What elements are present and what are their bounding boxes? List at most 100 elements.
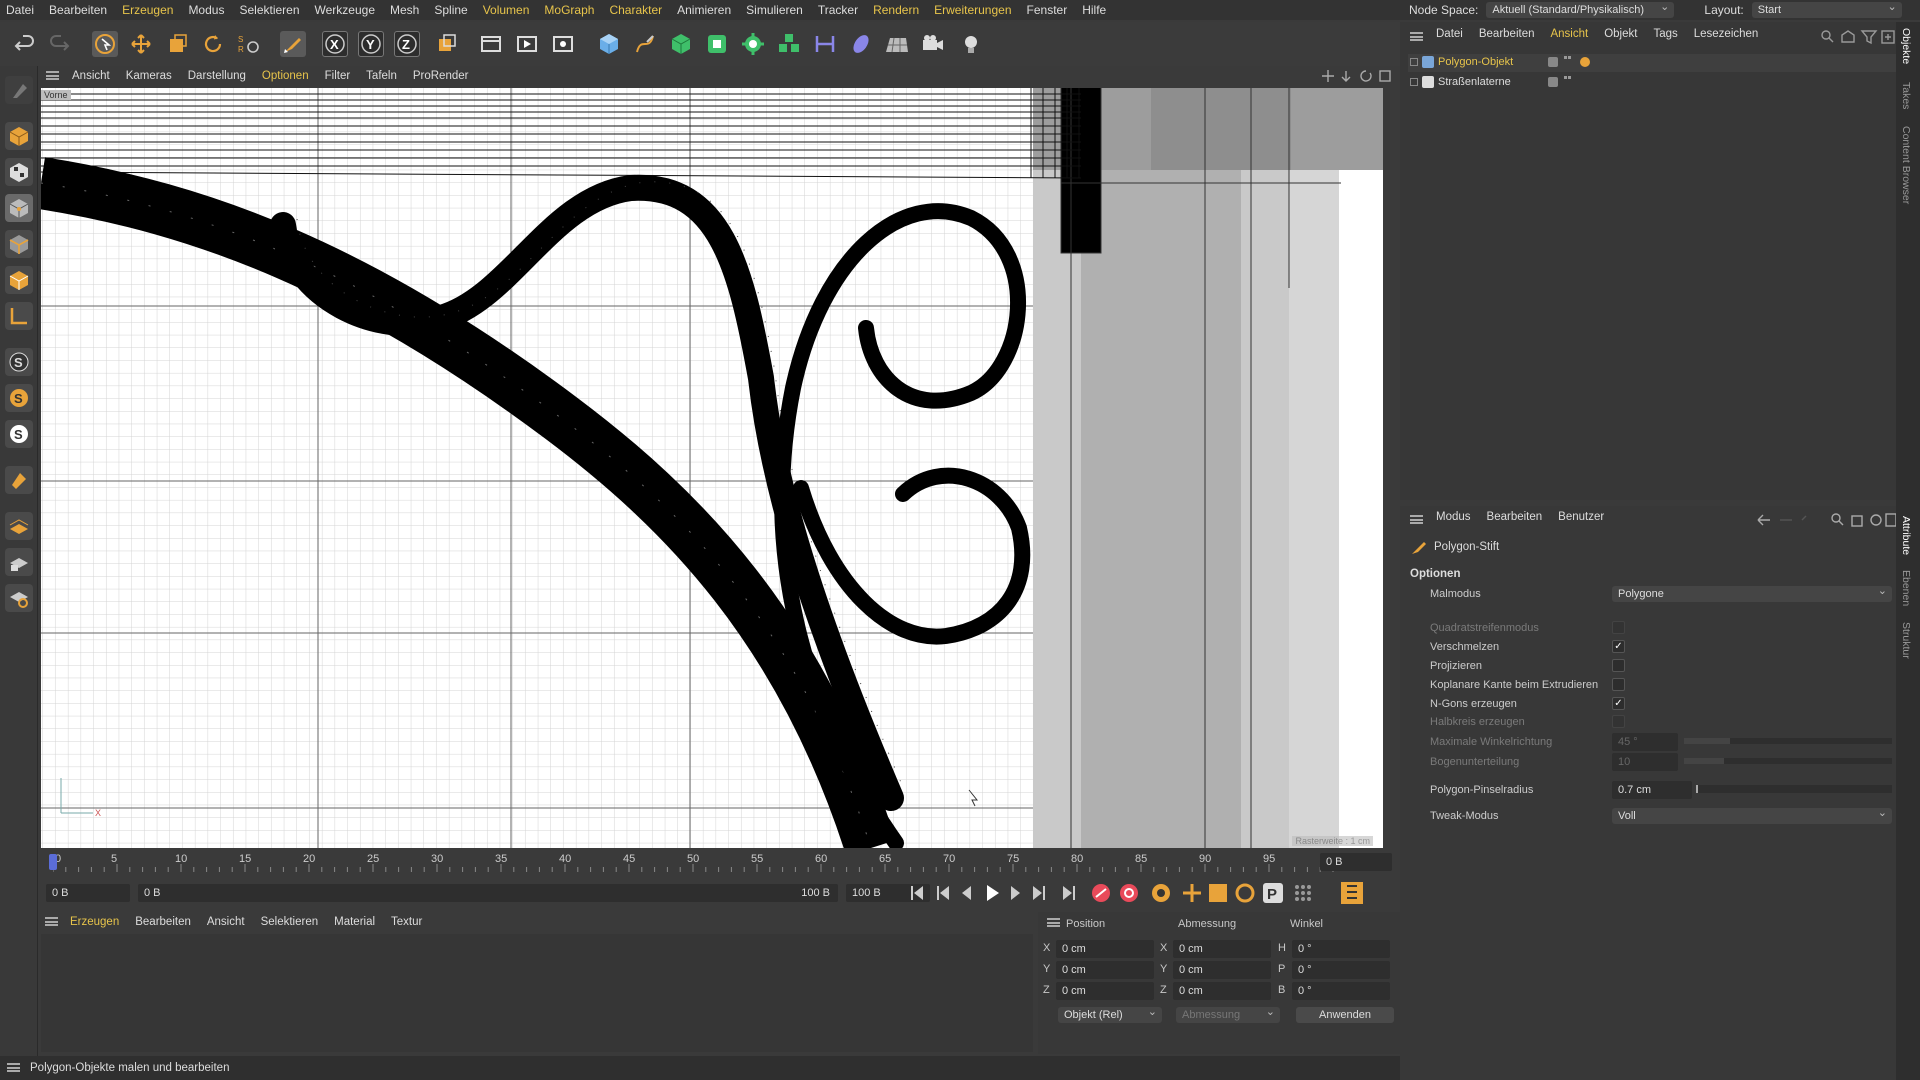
attribute-menu-benutzer[interactable]: Benutzer bbox=[1558, 511, 1604, 523]
viewport-menu-prorender[interactable]: ProRender bbox=[413, 70, 469, 82]
move-tool-icon[interactable] bbox=[128, 31, 154, 57]
menu-tracker[interactable]: Tracker bbox=[818, 3, 858, 17]
tag-icon[interactable] bbox=[1580, 57, 1590, 67]
side-tab-struktur[interactable]: Struktur bbox=[1900, 622, 1912, 659]
winkel-slider[interactable] bbox=[1684, 738, 1892, 744]
object-name[interactable]: Straßenlaterne bbox=[1438, 76, 1511, 88]
planar-workplane-icon[interactable] bbox=[5, 584, 33, 612]
current-frame-field[interactable]: 0 B bbox=[1320, 853, 1392, 871]
extrude-generator-icon[interactable] bbox=[704, 31, 730, 57]
object-menu-ansicht[interactable]: Ansicht bbox=[1550, 28, 1588, 40]
winkel-field[interactable]: 45 ° bbox=[1612, 733, 1678, 751]
bogen-field[interactable]: 10 bbox=[1612, 753, 1678, 771]
edges-mode-icon[interactable] bbox=[5, 230, 33, 258]
viewport-menu-filter[interactable]: Filter bbox=[325, 70, 351, 82]
polygons-mode-icon[interactable] bbox=[5, 266, 33, 294]
menu-selektieren[interactable]: Selektieren bbox=[239, 3, 299, 17]
viewport-menu-darstellung[interactable]: Darstellung bbox=[188, 70, 246, 82]
z-axis-lock-icon[interactable]: Z bbox=[394, 31, 420, 57]
field-icon[interactable] bbox=[848, 31, 874, 57]
object-row-polygon-objekt[interactable]: Polygon-Objekt bbox=[1408, 54, 1896, 72]
subdivision-surface-icon[interactable] bbox=[668, 31, 694, 57]
render-settings-icon[interactable] bbox=[550, 31, 576, 57]
option-checkbox-quadratstreifenmodus[interactable] bbox=[1612, 621, 1625, 634]
rotation-field[interactable]: 0 ° bbox=[1292, 982, 1390, 1000]
x-axis-lock-icon[interactable]: X bbox=[322, 31, 348, 57]
viewport-menu-optionen[interactable]: Optionen bbox=[262, 70, 309, 82]
menu-datei[interactable]: Datei bbox=[6, 3, 34, 17]
size-mode-dropdown[interactable]: Abmessung bbox=[1176, 1007, 1280, 1023]
expand-icon[interactable] bbox=[1410, 58, 1418, 66]
attribute-menu-bearbeiten[interactable]: Bearbeiten bbox=[1487, 511, 1543, 523]
size-field[interactable]: 0 cm bbox=[1173, 982, 1271, 1000]
material-menu-ansicht[interactable]: Ansicht bbox=[207, 916, 245, 928]
object-menu-datei[interactable]: Datei bbox=[1436, 28, 1463, 40]
menu-spline[interactable]: Spline bbox=[434, 3, 467, 17]
mograph-cloner-icon[interactable] bbox=[740, 31, 766, 57]
menu-modus[interactable]: Modus bbox=[188, 3, 224, 17]
menu-mesh[interactable]: Mesh bbox=[390, 3, 419, 17]
menu-simulieren[interactable]: Simulieren bbox=[746, 3, 803, 17]
bogen-slider[interactable] bbox=[1684, 758, 1892, 764]
light-icon[interactable] bbox=[958, 31, 984, 57]
rotation-field[interactable]: 0 ° bbox=[1292, 961, 1390, 979]
side-tab-objekte[interactable]: Objekte bbox=[1900, 28, 1912, 64]
menu-mograph[interactable]: MoGraph bbox=[544, 3, 594, 17]
node-space-dropdown[interactable]: Aktuell (Standard/Physikalisch) bbox=[1486, 2, 1675, 18]
material-menu-selektieren[interactable]: Selektieren bbox=[261, 916, 319, 928]
select-tool-icon[interactable] bbox=[92, 31, 118, 57]
tweak-dropdown[interactable]: Voll bbox=[1612, 808, 1892, 824]
size-field[interactable]: 0 cm bbox=[1173, 961, 1271, 979]
render-picture-viewer-icon[interactable] bbox=[514, 31, 540, 57]
radius-slider[interactable] bbox=[1696, 785, 1892, 793]
undo-icon[interactable] bbox=[12, 31, 38, 57]
floor-grid-icon[interactable] bbox=[884, 31, 910, 57]
preview-range-slider[interactable]: 0 B 100 B bbox=[138, 884, 838, 902]
radius-field[interactable]: 0.7 cm bbox=[1612, 781, 1692, 799]
redo-icon[interactable] bbox=[46, 31, 72, 57]
cube-icon[interactable] bbox=[596, 31, 622, 57]
size-field[interactable]: 0 cm bbox=[1173, 940, 1271, 958]
halbkreis-checkbox[interactable] bbox=[1612, 715, 1625, 728]
position-field[interactable]: 0 cm bbox=[1056, 940, 1154, 958]
object-menu-lesezeichen[interactable]: Lesezeichen bbox=[1694, 28, 1759, 40]
material-menu-material[interactable]: Material bbox=[334, 916, 375, 928]
expand-icon[interactable] bbox=[1410, 78, 1418, 86]
polygon-pen-icon[interactable] bbox=[280, 31, 306, 57]
menu-werkzeuge[interactable]: Werkzeuge bbox=[315, 3, 375, 17]
option-checkbox-projizieren[interactable] bbox=[1612, 659, 1625, 672]
camera-icon[interactable] bbox=[920, 31, 946, 57]
object-menu-bearbeiten[interactable]: Bearbeiten bbox=[1479, 28, 1535, 40]
menu-hilfe[interactable]: Hilfe bbox=[1082, 3, 1106, 17]
menu-erweiterungen[interactable]: Erweiterungen bbox=[934, 3, 1011, 17]
object-menu-icon[interactable] bbox=[1410, 32, 1423, 41]
workplane-icon[interactable] bbox=[5, 512, 33, 540]
menu-erzeugen[interactable]: Erzeugen bbox=[122, 3, 173, 17]
status-menu-icon[interactable] bbox=[7, 1063, 20, 1072]
side-tab-content-browser[interactable]: Content Browser bbox=[1900, 126, 1912, 204]
option-checkbox-koplanare-kante-beim-extrudieren[interactable] bbox=[1612, 678, 1625, 691]
recent-tools-icon[interactable]: SR bbox=[236, 31, 262, 57]
viewport[interactable]: X Vorne Rasterweite : 1 cm bbox=[41, 88, 1383, 848]
viewport-menu-kameras[interactable]: Kameras bbox=[126, 70, 172, 82]
scale-tool-icon[interactable] bbox=[164, 31, 190, 57]
apply-button[interactable]: Anwenden bbox=[1296, 1007, 1394, 1023]
playhead[interactable] bbox=[49, 854, 57, 870]
side-tab-takes[interactable]: Takes bbox=[1900, 82, 1912, 109]
render-visibility-dots[interactable] bbox=[1564, 76, 1568, 88]
material-menu-bearbeiten[interactable]: Bearbeiten bbox=[135, 916, 191, 928]
editor-visibility-icon[interactable] bbox=[1548, 57, 1558, 67]
snap-icon[interactable]: S bbox=[5, 348, 33, 376]
deformer-icon[interactable] bbox=[812, 31, 838, 57]
rotation-field[interactable]: 0 ° bbox=[1292, 940, 1390, 958]
option-checkbox-n-gons-erzeugen[interactable]: ✓ bbox=[1612, 697, 1625, 710]
timeline-ruler[interactable]: 0510152025303540455055606570758085909510… bbox=[41, 850, 1396, 874]
viewport-menu-ansicht[interactable]: Ansicht bbox=[72, 70, 110, 82]
viewport-canvas[interactable]: X bbox=[41, 88, 1383, 848]
snap-enable-icon[interactable]: S bbox=[5, 384, 33, 412]
option-checkbox-verschmelzen[interactable]: ✓ bbox=[1612, 640, 1625, 653]
side-tab-attribute[interactable]: Attribute bbox=[1900, 516, 1912, 555]
layout-dropdown[interactable]: Start bbox=[1751, 2, 1902, 18]
position-field[interactable]: 0 cm bbox=[1056, 982, 1154, 1000]
start-frame-field[interactable]: 0 B bbox=[46, 884, 130, 902]
